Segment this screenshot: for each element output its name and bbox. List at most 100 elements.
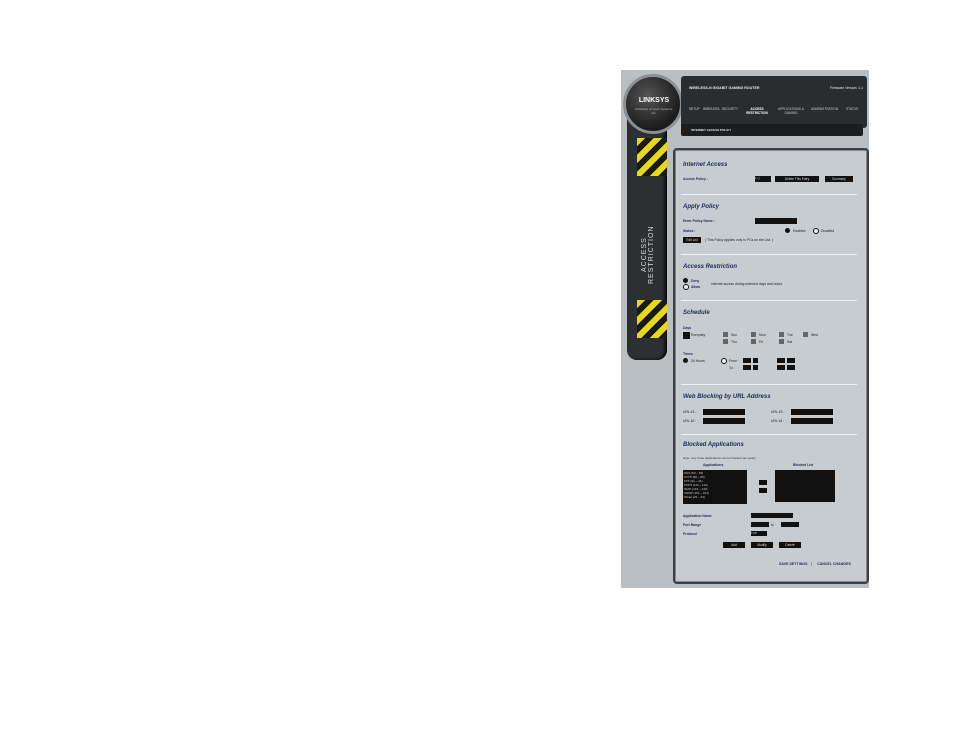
wed-label: Wed xyxy=(811,333,818,337)
router-screenshot: ACCESS RESTRICTION LINKSYS A Division of… xyxy=(621,70,869,588)
header: WIRELESS-N GIGABIT GAMING ROUTER Firmwar… xyxy=(681,76,867,128)
section-schedule: Schedule xyxy=(683,310,710,316)
nav-status[interactable]: STATUS xyxy=(846,107,858,111)
divider xyxy=(681,254,857,255)
url1-input[interactable] xyxy=(703,409,745,415)
application-name-input[interactable] xyxy=(751,513,793,518)
url2-label: URL #2 : xyxy=(683,419,697,423)
port-range-label: Port Range xyxy=(683,523,702,527)
from-hour-select[interactable] xyxy=(743,358,751,363)
port-start-input[interactable] xyxy=(751,522,769,527)
delete-button[interactable]: Delete xyxy=(779,542,801,548)
24-hours-label: 24 Hours xyxy=(691,359,705,363)
disabled-label: Disabled xyxy=(821,229,835,233)
deny-radio[interactable] xyxy=(683,278,688,283)
blocked-list-header: Blocked List xyxy=(793,463,814,467)
access-policy-select[interactable]: 1 () xyxy=(755,176,771,182)
to-hour-select[interactable] xyxy=(743,365,751,370)
allow-label: Allow xyxy=(691,285,701,289)
section-blocked-apps: Blocked Applications xyxy=(683,442,744,448)
url4-input[interactable] xyxy=(791,418,833,424)
from-label: From : xyxy=(729,359,739,363)
remove-from-blocked-arrow-icon[interactable] xyxy=(759,488,767,493)
access-restriction-desc: Internet access during selected days and… xyxy=(711,282,783,286)
enabled-label: Enabled xyxy=(793,229,806,233)
protocol-label: Protocol xyxy=(683,532,697,536)
nav-security[interactable]: SECURITY xyxy=(722,107,738,111)
url3-label: URL #3 : xyxy=(771,410,785,414)
days-label: Days xyxy=(683,326,692,330)
delete-entry-button[interactable]: Delete This Entry xyxy=(775,176,819,182)
times-label: Times xyxy=(683,352,693,356)
from-hour-arrow-icon[interactable] xyxy=(753,358,758,363)
side-label: ACCESS RESTRICTION xyxy=(641,225,655,285)
24-hours-radio[interactable] xyxy=(683,358,688,363)
edit-list-button[interactable]: Edit List xyxy=(683,237,701,243)
to-ampm-select[interactable] xyxy=(787,365,795,370)
port-end-input[interactable] xyxy=(781,522,799,527)
enabled-radio[interactable] xyxy=(785,228,790,233)
url1-label: URL #1 : xyxy=(683,410,697,414)
applications-list[interactable]: DNS (53 ~ 53) HTTP (80 ~ 80) FTP (21 ~ 2… xyxy=(683,470,747,504)
fri-checkbox[interactable] xyxy=(751,339,756,344)
nav-caret-icon xyxy=(691,117,697,121)
disabled-radio[interactable] xyxy=(813,228,819,234)
add-button[interactable]: Add xyxy=(723,542,745,548)
status-label: Status : xyxy=(683,229,696,233)
from-radio[interactable] xyxy=(721,358,727,364)
nav-applications-gaming[interactable]: APPLICATIONS & GAMING xyxy=(777,107,805,115)
url3-input[interactable] xyxy=(791,409,833,415)
to-minute-select[interactable] xyxy=(777,365,785,370)
product-name: WIRELESS-N GIGABIT GAMING ROUTER xyxy=(689,86,760,90)
everyday-checkbox[interactable] xyxy=(683,332,690,339)
url2-input[interactable] xyxy=(703,418,745,424)
policy-name-input[interactable] xyxy=(755,218,797,224)
sun-checkbox[interactable] xyxy=(723,332,728,337)
divider xyxy=(681,300,857,301)
application-name-label: Application Name xyxy=(683,514,712,518)
hazard-stripe xyxy=(637,138,667,176)
sub-nav: INTERNET ACCESS POLICY xyxy=(681,124,863,136)
list-item[interactable]: Telnet (23 ~ 23) xyxy=(684,495,746,499)
policy-name-label: Enter Policy Name : xyxy=(683,219,715,223)
nav-administration[interactable]: ADMINISTRATION xyxy=(811,107,838,111)
blocked-list[interactable] xyxy=(775,470,835,502)
mon-checkbox[interactable] xyxy=(751,332,756,337)
mon-label: Mon xyxy=(759,333,766,337)
to-hour-arrow-icon[interactable] xyxy=(753,365,758,370)
tue-label: Tue xyxy=(787,333,793,337)
save-settings-link[interactable]: SAVE SETTINGS xyxy=(779,562,808,566)
section-access-restriction: Access Restriction xyxy=(683,264,738,270)
add-to-blocked-arrow-icon[interactable] xyxy=(759,480,767,485)
sat-label: Sat xyxy=(787,340,793,344)
sat-checkbox[interactable] xyxy=(779,339,784,344)
thu-checkbox[interactable] xyxy=(723,339,728,344)
divider xyxy=(681,434,857,435)
nav-setup[interactable]: SETUP xyxy=(689,107,700,111)
nav-wireless[interactable]: WIRELESS xyxy=(703,107,719,111)
tue-checkbox[interactable] xyxy=(779,332,784,337)
logo-subtext: A Division of Cisco Systems, Inc. xyxy=(634,107,673,115)
section-apply-policy: Apply Policy xyxy=(683,204,720,210)
nav-access-restriction[interactable]: ACCESS RESTRICTION xyxy=(743,107,771,115)
from-minute-select[interactable] xyxy=(777,358,785,363)
content-panel: Internet Access Access Policy : 1 () Del… xyxy=(673,148,869,584)
applications-header: Applications xyxy=(703,463,724,467)
firmware-version: Firmware Version: 1.1 xyxy=(830,86,863,90)
allow-radio[interactable] xyxy=(683,284,689,290)
fri-label: Fri xyxy=(759,340,763,344)
side-rail: ACCESS RESTRICTION xyxy=(627,110,667,360)
section-url-blocking: Web Blocking by URL Address xyxy=(683,394,771,400)
cancel-changes-link[interactable]: CANCEL CHANGES xyxy=(817,562,851,566)
wed-checkbox[interactable] xyxy=(803,332,808,337)
summary-button[interactable]: Summary xyxy=(825,176,853,182)
from-ampm-select[interactable] xyxy=(787,358,795,363)
section-internet-access: Internet Access xyxy=(683,162,728,168)
linksys-logo: LINKSYS A Division of Cisco Systems, Inc… xyxy=(623,74,683,134)
subnav-internet-access-policy[interactable]: INTERNET ACCESS POLICY xyxy=(691,128,731,132)
protocol-select[interactable]: TCP xyxy=(751,531,767,536)
access-policy-label: Access Policy : xyxy=(683,177,708,181)
policy-note: ( This Policy applies only to PCs on the… xyxy=(705,238,773,242)
divider xyxy=(681,194,857,195)
modify-button[interactable]: Modify xyxy=(751,542,773,548)
